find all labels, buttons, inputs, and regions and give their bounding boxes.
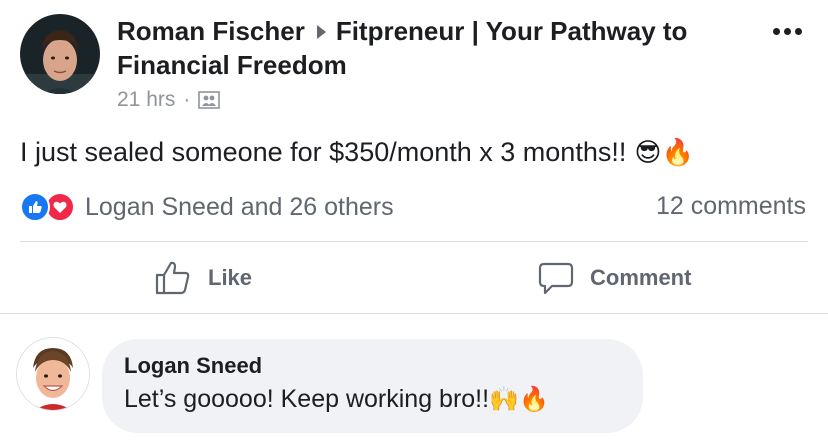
reaction-names[interactable]: Logan Sneed and 26 others [85, 193, 394, 222]
comment-button[interactable]: Comment [538, 258, 691, 298]
post-header: Roman Fischer Fitpreneur | Your Pathway t… [117, 14, 757, 114]
post-body: I just sealed someone for $350/month x 3… [20, 134, 694, 171]
post-title-line: Roman Fischer Fitpreneur | Your Pathway t… [117, 14, 757, 48]
dot-1 [773, 28, 780, 35]
dot-3 [795, 28, 802, 35]
comment-text: Let’s gooooo! Keep working bro!! [124, 385, 490, 413]
thumbs-up-icon [155, 261, 190, 295]
comments-count[interactable]: 12 comments [656, 192, 806, 221]
like-label: Like [208, 265, 253, 290]
post-text: I just sealed someone for $350/month x 3… [20, 137, 627, 167]
comment-bubble: Logan Sneed Let’s gooooo! Keep working b… [102, 339, 643, 433]
group-name[interactable]: Fitpreneur | Your Pathway to [336, 16, 688, 46]
author-name[interactable]: Roman Fischer [117, 16, 305, 46]
post-meta: 21 hrs · [117, 86, 757, 114]
reactions-summary[interactable]: Logan Sneed and 26 others [20, 192, 394, 222]
divider [20, 241, 808, 242]
comment-label: Comment [590, 265, 692, 290]
author-avatar[interactable] [20, 14, 100, 94]
commenter-name[interactable]: Logan Sneed [124, 351, 643, 381]
post-timestamp[interactable]: 21 hrs [117, 88, 175, 112]
comment-emojis: 🙌🔥 [489, 385, 549, 413]
comment-bubble-icon [538, 262, 574, 295]
commenter-avatar[interactable] [17, 338, 89, 410]
meta-separator: · [183, 88, 191, 111]
like-button[interactable]: Like [154, 258, 252, 298]
arrow-right-icon [316, 25, 326, 40]
like-reaction-icon [20, 192, 50, 222]
post-emojis: 😎🔥 [634, 138, 694, 168]
comment-text-line: Let’s gooooo! Keep working bro!!🙌🔥 [124, 381, 643, 417]
divider [0, 313, 828, 314]
group-audience-icon [198, 91, 221, 109]
dot-2 [784, 28, 791, 35]
group-name-continued[interactable]: Financial Freedom [117, 48, 757, 82]
more-dots-icon[interactable] [773, 28, 802, 35]
